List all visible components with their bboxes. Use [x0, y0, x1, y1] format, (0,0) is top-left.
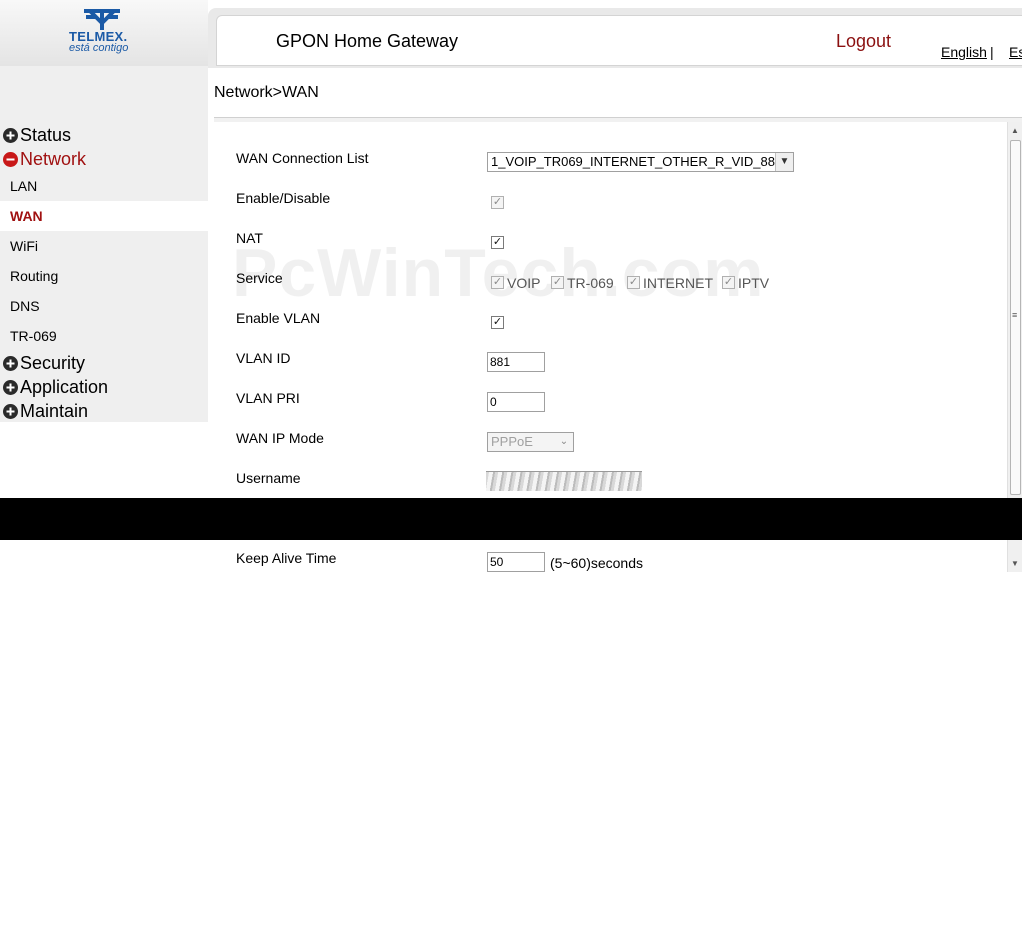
sidebar-item-label: Application: [20, 376, 109, 397]
sidebar-item-network[interactable]: Network: [2, 148, 86, 170]
service-tr069-label: TR-069: [567, 275, 614, 291]
sidebar-subitem-tr069[interactable]: TR-069: [0, 321, 208, 351]
wan-ip-mode-label: WAN IP Mode: [236, 430, 324, 446]
sidebar-item-label: Status: [20, 124, 72, 145]
language-separator: |: [990, 44, 994, 60]
sidebar-item-label: Maintain: [20, 400, 89, 421]
vlan-pri-input[interactable]: 0: [487, 392, 545, 412]
divider: [214, 117, 1022, 122]
nat-checkbox[interactable]: ✓: [491, 236, 504, 249]
service-voip-checkbox[interactable]: ✓: [491, 276, 504, 289]
wan-ip-mode-select[interactable]: PPPoE ⌄: [487, 432, 574, 452]
service-iptv-checkbox[interactable]: ✓: [722, 276, 735, 289]
wan-connection-select-value: 1_VOIP_TR069_INTERNET_OTHER_R_VID_881: [491, 154, 783, 169]
service-tr069-checkbox[interactable]: ✓: [551, 276, 564, 289]
sidebar-item-label: Network: [20, 148, 87, 169]
app-title: GPON Home Gateway: [276, 31, 459, 51]
keep-alive-label: Keep Alive Time: [236, 550, 337, 566]
sidebar-item-label: Security: [20, 352, 86, 373]
service-internet-checkbox[interactable]: ✓: [627, 276, 640, 289]
enable-vlan-checkbox[interactable]: ✓: [491, 316, 504, 329]
telmex-logo-icon: [84, 9, 120, 30]
username-label: Username: [236, 470, 301, 486]
service-label: Service: [236, 270, 283, 286]
sidebar-item-maintain[interactable]: Maintain: [2, 400, 88, 422]
service-iptv-label: IPTV: [738, 275, 770, 291]
language-spanish-link[interactable]: Es: [1009, 44, 1022, 60]
sidebar-subitem-wifi[interactable]: WiFi: [0, 231, 208, 261]
logo: TELMEX. está contigo: [0, 0, 208, 66]
logout-link[interactable]: Logout: [836, 31, 891, 52]
wan-connection-select[interactable]: 1_VOIP_TR069_INTERNET_OTHER_R_VID_881 ▼: [487, 152, 794, 172]
keep-alive-input[interactable]: 50: [487, 552, 545, 572]
nat-label: NAT: [236, 230, 263, 246]
expand-plus-icon: [3, 355, 18, 371]
enable-disable-label: Enable/Disable: [236, 190, 331, 206]
sidebar-item-status[interactable]: Status: [2, 124, 71, 146]
enable-vlan-label: Enable VLAN: [236, 310, 321, 326]
sidebar-item-security[interactable]: Security: [2, 352, 85, 374]
expand-plus-icon: [3, 379, 18, 395]
wan-ip-mode-value: PPPoE: [491, 434, 533, 449]
username-input-redacted[interactable]: [486, 471, 642, 491]
collapse-minus-icon: [3, 151, 18, 167]
frame-scrollbar-bottom[interactable]: ▼: [1007, 540, 1022, 572]
sidebar-subitem-wan[interactable]: WAN: [0, 201, 208, 231]
vlan-id-input[interactable]: 881: [487, 352, 545, 372]
vlan-id-label: VLAN ID: [236, 350, 291, 366]
brand-tagline: está contigo: [69, 42, 129, 54]
wan-connection-list-label: WAN Connection List: [236, 150, 369, 166]
vlan-pri-label: VLAN PRI: [236, 390, 300, 406]
breadcrumb: Network>WAN: [214, 84, 319, 101]
service-internet-label: INTERNET: [643, 275, 713, 291]
scroll-up-icon[interactable]: ▲: [1011, 126, 1019, 135]
expand-plus-icon: [3, 127, 18, 143]
keep-alive-units: (5~60)seconds: [550, 555, 644, 571]
service-voip-label: VOIP: [507, 275, 541, 291]
sidebar-subitem-dns[interactable]: DNS: [0, 291, 208, 321]
language-english-link[interactable]: English: [941, 44, 987, 60]
sidebar-subitem-lan[interactable]: LAN: [0, 171, 208, 201]
scroll-thumb[interactable]: ≡: [1010, 140, 1021, 495]
scroll-down-icon[interactable]: ▼: [1011, 559, 1019, 568]
frame-scrollbar[interactable]: ▲ ≡: [1007, 122, 1022, 498]
sidebar-item-application[interactable]: Application: [2, 376, 108, 398]
enable-checkbox[interactable]: ✓: [491, 196, 504, 209]
sidebar-subitem-routing[interactable]: Routing: [0, 261, 208, 291]
chevron-down-icon: ▼: [775, 153, 793, 171]
expand-plus-icon: [3, 403, 18, 419]
chevron-down-icon: ⌄: [555, 433, 573, 451]
grip-icon: ≡: [1012, 310, 1018, 320]
black-bar: [0, 498, 1022, 540]
